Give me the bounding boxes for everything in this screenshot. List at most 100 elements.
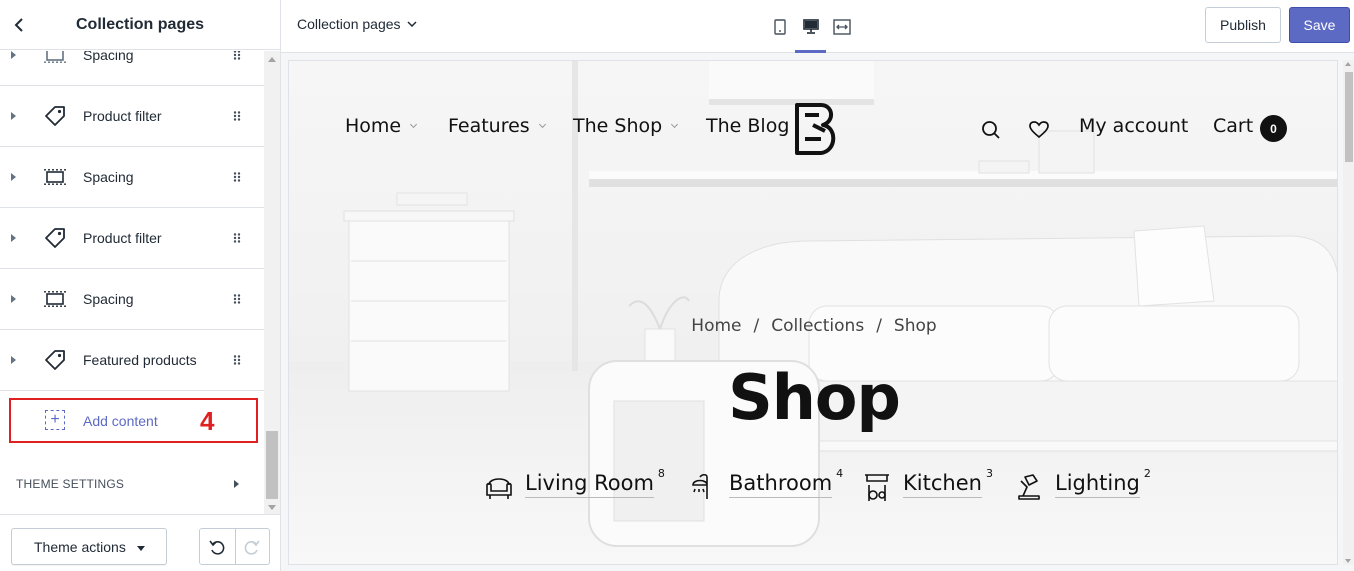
dropdown-caret-icon bbox=[137, 546, 145, 551]
scroll-up-arrow-icon[interactable] bbox=[268, 57, 276, 62]
expand-caret-icon[interactable] bbox=[11, 51, 16, 59]
drag-handle-icon[interactable] bbox=[233, 355, 241, 365]
section-item-label: Product filter bbox=[83, 230, 162, 246]
category-count: 4 bbox=[836, 467, 844, 480]
chevron-right-icon bbox=[234, 480, 239, 488]
section-item-product-filter[interactable]: Product filter bbox=[0, 208, 264, 269]
section-item-label: Product filter bbox=[83, 108, 162, 124]
page-title: Shop bbox=[728, 361, 901, 434]
section-list: Spacing Product filter Spacing Product f… bbox=[0, 51, 264, 514]
category-bathroom[interactable]: Bathroom 4 bbox=[687, 467, 843, 503]
undo-icon bbox=[209, 540, 225, 555]
drag-handle-icon[interactable] bbox=[233, 51, 241, 60]
publish-button[interactable]: Publish bbox=[1205, 7, 1281, 43]
chevron-down-icon bbox=[538, 120, 546, 129]
category-kitchen[interactable]: Kitchen 3 bbox=[861, 467, 993, 503]
nav-item-label: Home bbox=[345, 115, 402, 137]
sidebar-title: Collection pages bbox=[75, 15, 205, 33]
theme-settings-item[interactable]: THEME SETTINGS bbox=[0, 456, 264, 512]
nav-item-the-shop[interactable]: The Shop bbox=[573, 115, 679, 137]
heart-icon[interactable] bbox=[1029, 121, 1049, 139]
sidebar-header: Collection pages bbox=[0, 0, 280, 50]
category-label: Living Room bbox=[525, 471, 654, 498]
category-count: 8 bbox=[657, 467, 665, 480]
expand-caret-icon[interactable] bbox=[11, 295, 16, 303]
category-count: 2 bbox=[1143, 467, 1151, 480]
section-item-spacing[interactable]: Spacing bbox=[0, 51, 264, 86]
nav-item-the-blog[interactable]: The Blog bbox=[706, 115, 789, 137]
expand-caret-icon[interactable] bbox=[11, 112, 16, 120]
tag-icon bbox=[44, 105, 66, 127]
section-item-label: Spacing bbox=[83, 291, 134, 307]
redo-icon bbox=[244, 540, 260, 555]
scrollbar-thumb[interactable] bbox=[1345, 72, 1353, 162]
section-item-label: Spacing bbox=[83, 169, 134, 185]
kitchen-icon bbox=[865, 474, 889, 501]
nav-item-home[interactable]: Home bbox=[345, 115, 418, 137]
spacing-icon bbox=[44, 166, 66, 188]
nav-item-label: The Blog bbox=[706, 115, 790, 137]
my-account-link[interactable]: My account bbox=[1079, 115, 1188, 137]
expand-caret-icon[interactable] bbox=[11, 173, 16, 181]
preview-area: Home Features The Shop The Blog My accou… bbox=[281, 53, 1354, 571]
spacing-icon bbox=[44, 288, 66, 310]
desktop-icon bbox=[802, 19, 819, 34]
undo-redo-group bbox=[199, 528, 270, 565]
fullwidth-view-button[interactable] bbox=[826, 0, 857, 53]
scrollbar-thumb[interactable] bbox=[266, 431, 278, 499]
chevron-down-icon bbox=[671, 120, 679, 129]
scroll-down-arrow-icon[interactable] bbox=[268, 505, 276, 510]
expand-caret-icon[interactable] bbox=[11, 356, 16, 364]
preview-scrollbar[interactable] bbox=[1343, 60, 1354, 565]
breadcrumb: Home / Collections / Shop bbox=[289, 316, 1337, 336]
search-icon[interactable] bbox=[981, 120, 1001, 140]
page-selector-label: Collection pages bbox=[297, 16, 401, 32]
drag-handle-icon[interactable] bbox=[233, 172, 241, 182]
fullwidth-icon bbox=[832, 18, 851, 35]
tag-icon bbox=[44, 227, 66, 249]
redo-button[interactable] bbox=[234, 529, 270, 564]
device-switcher bbox=[764, 0, 857, 53]
add-content-button[interactable]: + Add content 4 bbox=[9, 398, 258, 443]
save-button[interactable]: Save bbox=[1289, 7, 1350, 43]
chevron-down-icon bbox=[406, 21, 417, 27]
mobile-view-button[interactable] bbox=[764, 0, 795, 53]
expand-caret-icon[interactable] bbox=[11, 234, 16, 242]
armchair-icon bbox=[486, 478, 512, 499]
theme-actions-label: Theme actions bbox=[34, 538, 126, 555]
mobile-icon bbox=[773, 18, 786, 35]
undo-button[interactable] bbox=[200, 529, 235, 564]
annotation-number: 4 bbox=[200, 406, 215, 436]
category-label: Lighting bbox=[1055, 471, 1140, 498]
breadcrumb-collections[interactable]: Collections bbox=[771, 316, 864, 336]
category-lighting[interactable]: Lighting 2 bbox=[1013, 467, 1151, 503]
chevron-down-icon bbox=[410, 120, 418, 129]
section-item-spacing[interactable]: Spacing bbox=[0, 269, 264, 330]
breadcrumb-separator: / bbox=[753, 316, 760, 336]
breadcrumb-current: Shop bbox=[893, 316, 937, 336]
section-item-featured-products[interactable]: Featured products bbox=[0, 330, 264, 391]
breadcrumb-home[interactable]: Home bbox=[691, 316, 741, 336]
nav-item-features[interactable]: Features bbox=[448, 115, 546, 137]
drag-handle-icon[interactable] bbox=[233, 294, 241, 304]
category-living-room[interactable]: Living Room 8 bbox=[483, 467, 665, 503]
section-item-spacing[interactable]: Spacing bbox=[0, 147, 264, 208]
sidebar-scrollbar[interactable] bbox=[264, 51, 280, 514]
editor-sidebar: Collection pages Spacing Product filter bbox=[0, 0, 281, 571]
page-selector[interactable]: Collection pages bbox=[297, 16, 417, 32]
section-item-product-filter[interactable]: Product filter bbox=[0, 86, 264, 147]
desktop-view-button[interactable] bbox=[795, 0, 826, 53]
desk-lamp-icon bbox=[1018, 474, 1040, 500]
tag-icon bbox=[44, 349, 66, 371]
add-content-label: Add content bbox=[83, 413, 158, 429]
category-label: Kitchen bbox=[903, 471, 982, 498]
back-chevron-icon[interactable] bbox=[8, 13, 32, 37]
cart-link[interactable]: Cart bbox=[1213, 115, 1253, 137]
store-preview: Home Features The Shop The Blog My accou… bbox=[288, 60, 1338, 565]
drag-handle-icon[interactable] bbox=[233, 111, 241, 121]
drag-handle-icon[interactable] bbox=[233, 233, 241, 243]
store-logo[interactable] bbox=[791, 101, 843, 157]
scroll-down-arrow-icon[interactable] bbox=[1345, 559, 1351, 563]
scroll-up-arrow-icon[interactable] bbox=[1345, 62, 1351, 66]
theme-actions-button[interactable]: Theme actions bbox=[11, 528, 167, 565]
